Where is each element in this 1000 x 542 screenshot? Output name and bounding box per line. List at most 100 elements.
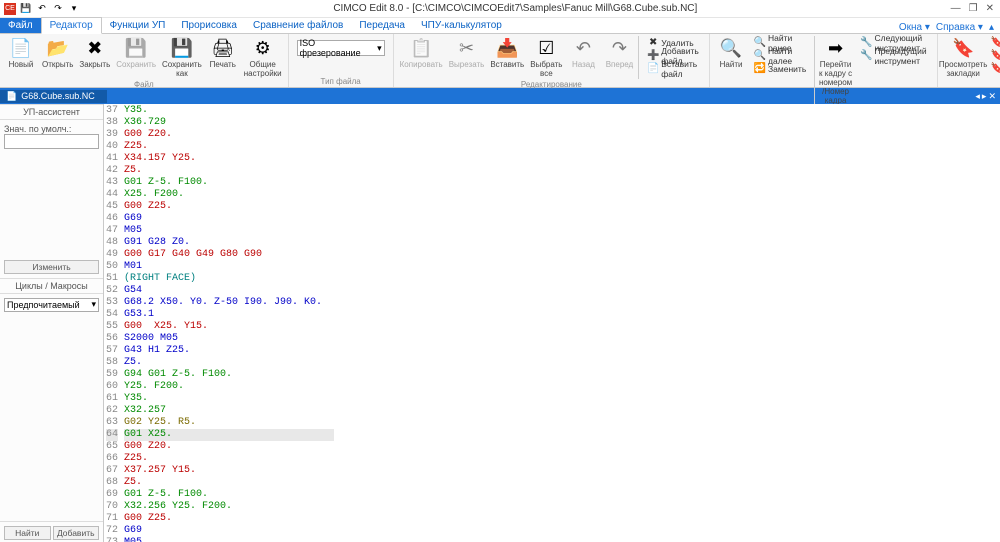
- macros-combo[interactable]: Предпочитаемый▾: [4, 298, 99, 312]
- code-line[interactable]: M05: [124, 537, 334, 542]
- code-line[interactable]: X34.157 Y25.: [124, 153, 334, 165]
- code-line[interactable]: S2000 M05: [124, 333, 334, 345]
- print-button[interactable]: 🖨Печать: [206, 36, 240, 79]
- code-line[interactable]: Z25.: [124, 141, 334, 153]
- redo-button[interactable]: ↷Вперед: [602, 36, 636, 79]
- goto-button[interactable]: ➡Перейти к кадру сномером /Номер кадра: [817, 36, 855, 106]
- document-tab[interactable]: 📄 G68.Cube.sub.NC: [0, 90, 107, 103]
- filetype-combo[interactable]: ISO фрезерование▾: [297, 40, 385, 56]
- code-line[interactable]: X37.257 Y15.: [124, 465, 334, 477]
- find-next[interactable]: 🔍Найти далее: [748, 49, 812, 62]
- code-line[interactable]: Y35.: [124, 105, 334, 117]
- bm-indicators[interactable]: 🔖Включить индикаторы: [985, 62, 1000, 75]
- code-line[interactable]: Z5.: [124, 357, 334, 369]
- code-line[interactable]: G69: [124, 525, 334, 537]
- maximize-icon[interactable]: ❐: [969, 3, 978, 14]
- qat-dropdown-icon[interactable]: ▾: [68, 3, 80, 15]
- chevron-down-icon: ▾: [91, 299, 96, 310]
- default-value-input[interactable]: [4, 134, 99, 149]
- line-number: 41: [106, 153, 118, 165]
- default-value-label: Знач. по умолч.:: [4, 124, 99, 134]
- line-number: 40: [106, 141, 118, 153]
- replace-icon: 🔁: [754, 63, 766, 75]
- sidebar-add-button[interactable]: Добавить: [53, 526, 100, 540]
- menu-help[interactable]: Справка ▾: [936, 22, 983, 33]
- code-line[interactable]: G00 Z20.: [124, 129, 334, 141]
- code-line[interactable]: M05: [124, 225, 334, 237]
- code-line[interactable]: M01: [124, 261, 334, 273]
- cut-button[interactable]: ✂Вырезать: [447, 36, 487, 79]
- close-button[interactable]: ✖Закрыть: [77, 36, 112, 79]
- close-icon[interactable]: ✕: [986, 3, 994, 14]
- line-number: 57: [106, 345, 118, 357]
- find-button[interactable]: 🔍Найти: [714, 36, 748, 106]
- tab-cnc-calc[interactable]: ЧПУ-калькулятор: [413, 18, 510, 33]
- edit-button[interactable]: Изменить: [4, 260, 99, 274]
- saveas-button[interactable]: 💾Сохранитькак: [160, 36, 204, 79]
- code-line[interactable]: G91 G28 Z0.: [124, 237, 334, 249]
- code-editor[interactable]: 3738394041424344454647484950515253545556…: [104, 104, 1000, 542]
- new-button[interactable]: 📄Новый: [4, 36, 38, 79]
- code-line[interactable]: G00 Z25.: [124, 513, 334, 525]
- tab-backplot[interactable]: Прорисовка: [173, 18, 245, 33]
- tab-nc-functions[interactable]: Функции УП: [102, 18, 174, 33]
- settings-button[interactable]: ⚙Общиенастройки: [242, 36, 284, 79]
- minimize-icon[interactable]: —: [951, 3, 961, 14]
- code-line[interactable]: Y35.: [124, 393, 334, 405]
- qat-save-icon[interactable]: 💾: [20, 3, 32, 15]
- code-line[interactable]: X32.257: [124, 405, 334, 417]
- tab-transmission[interactable]: Передача: [351, 18, 413, 33]
- code-line[interactable]: G00 Z20.: [124, 441, 334, 453]
- code-line[interactable]: G00 G17 G40 G49 G80 G90: [124, 249, 334, 261]
- tab-prev-icon[interactable]: ◂: [975, 91, 980, 102]
- code-line[interactable]: G43 H1 Z25.: [124, 345, 334, 357]
- code-line[interactable]: X25. F200.: [124, 189, 334, 201]
- addfile-menu-icon: ➕: [647, 50, 659, 62]
- code-line[interactable]: G00 X25. Y15.: [124, 321, 334, 333]
- menu-windows[interactable]: Окна ▾: [899, 22, 930, 33]
- ribbon-collapse-icon[interactable]: ▴: [989, 22, 994, 33]
- save-button[interactable]: 💾Сохранить: [114, 36, 158, 79]
- code-line[interactable]: X32.256 Y25. F200.: [124, 501, 334, 513]
- qat-undo-icon[interactable]: ↶: [36, 3, 48, 15]
- code-line[interactable]: G01 X25.: [124, 429, 334, 441]
- undo-button[interactable]: ↶Назад: [566, 36, 600, 79]
- code-line[interactable]: G02 Y25. R5.: [124, 417, 334, 429]
- code-line[interactable]: Z5.: [124, 165, 334, 177]
- sidebar-find-button[interactable]: Найти: [4, 526, 51, 540]
- tab-next-icon[interactable]: ▸: [982, 91, 987, 102]
- bm-prev[interactable]: 🔖К предыдущей: [985, 36, 1000, 49]
- prev-tool[interactable]: 🔧Предыдущий инструмент: [854, 49, 932, 62]
- find-button-icon: 🔍: [720, 37, 742, 59]
- copy-button[interactable]: 📋Копировать: [398, 36, 445, 79]
- paste-button[interactable]: 📥Вставить: [488, 36, 526, 79]
- tab-file-compare[interactable]: Сравнение файлов: [245, 18, 351, 33]
- tab-editor[interactable]: Редактор: [41, 17, 102, 34]
- code-line[interactable]: G94 G01 Z-5. F100.: [124, 369, 334, 381]
- code-line[interactable]: Y25. F200.: [124, 381, 334, 393]
- code-line[interactable]: G01 Z-5. F100.: [124, 177, 334, 189]
- code-line[interactable]: G69: [124, 213, 334, 225]
- code-line[interactable]: G54: [124, 285, 334, 297]
- code-line[interactable]: Z5.: [124, 477, 334, 489]
- line-number: 53: [106, 297, 118, 309]
- code-line[interactable]: G68.2 X50. Y0. Z-50 I90. J90. K0.: [124, 297, 334, 309]
- selectall-button[interactable]: ☑Выбратьвсе: [528, 36, 564, 79]
- bm-next[interactable]: 🔖К следующей: [985, 49, 1000, 62]
- line-number: 61: [106, 393, 118, 405]
- code-line[interactable]: G00 Z25.: [124, 201, 334, 213]
- tab-file[interactable]: Файл: [0, 18, 41, 33]
- tab-close-icon[interactable]: ✕: [988, 91, 996, 102]
- code-line[interactable]: X36.729: [124, 117, 334, 129]
- ribbon: 📄Новый📂Открыть✖Закрыть💾Сохранить💾Сохрани…: [0, 34, 1000, 88]
- code-line[interactable]: (RIGHT FACE): [124, 273, 334, 285]
- open-button[interactable]: 📂Открыть: [40, 36, 75, 79]
- replace[interactable]: 🔁Заменить: [748, 62, 812, 75]
- code-line[interactable]: G01 Z-5. F100.: [124, 489, 334, 501]
- open-button-icon: 📂: [47, 37, 69, 59]
- code-line[interactable]: G53.1: [124, 309, 334, 321]
- view-bookmarks[interactable]: 🔖Просмотретьзакладки: [942, 36, 985, 79]
- insertfile-menu[interactable]: 📄Вставить файл: [641, 62, 705, 75]
- code-line[interactable]: Z25.: [124, 453, 334, 465]
- qat-redo-icon[interactable]: ↷: [52, 3, 64, 15]
